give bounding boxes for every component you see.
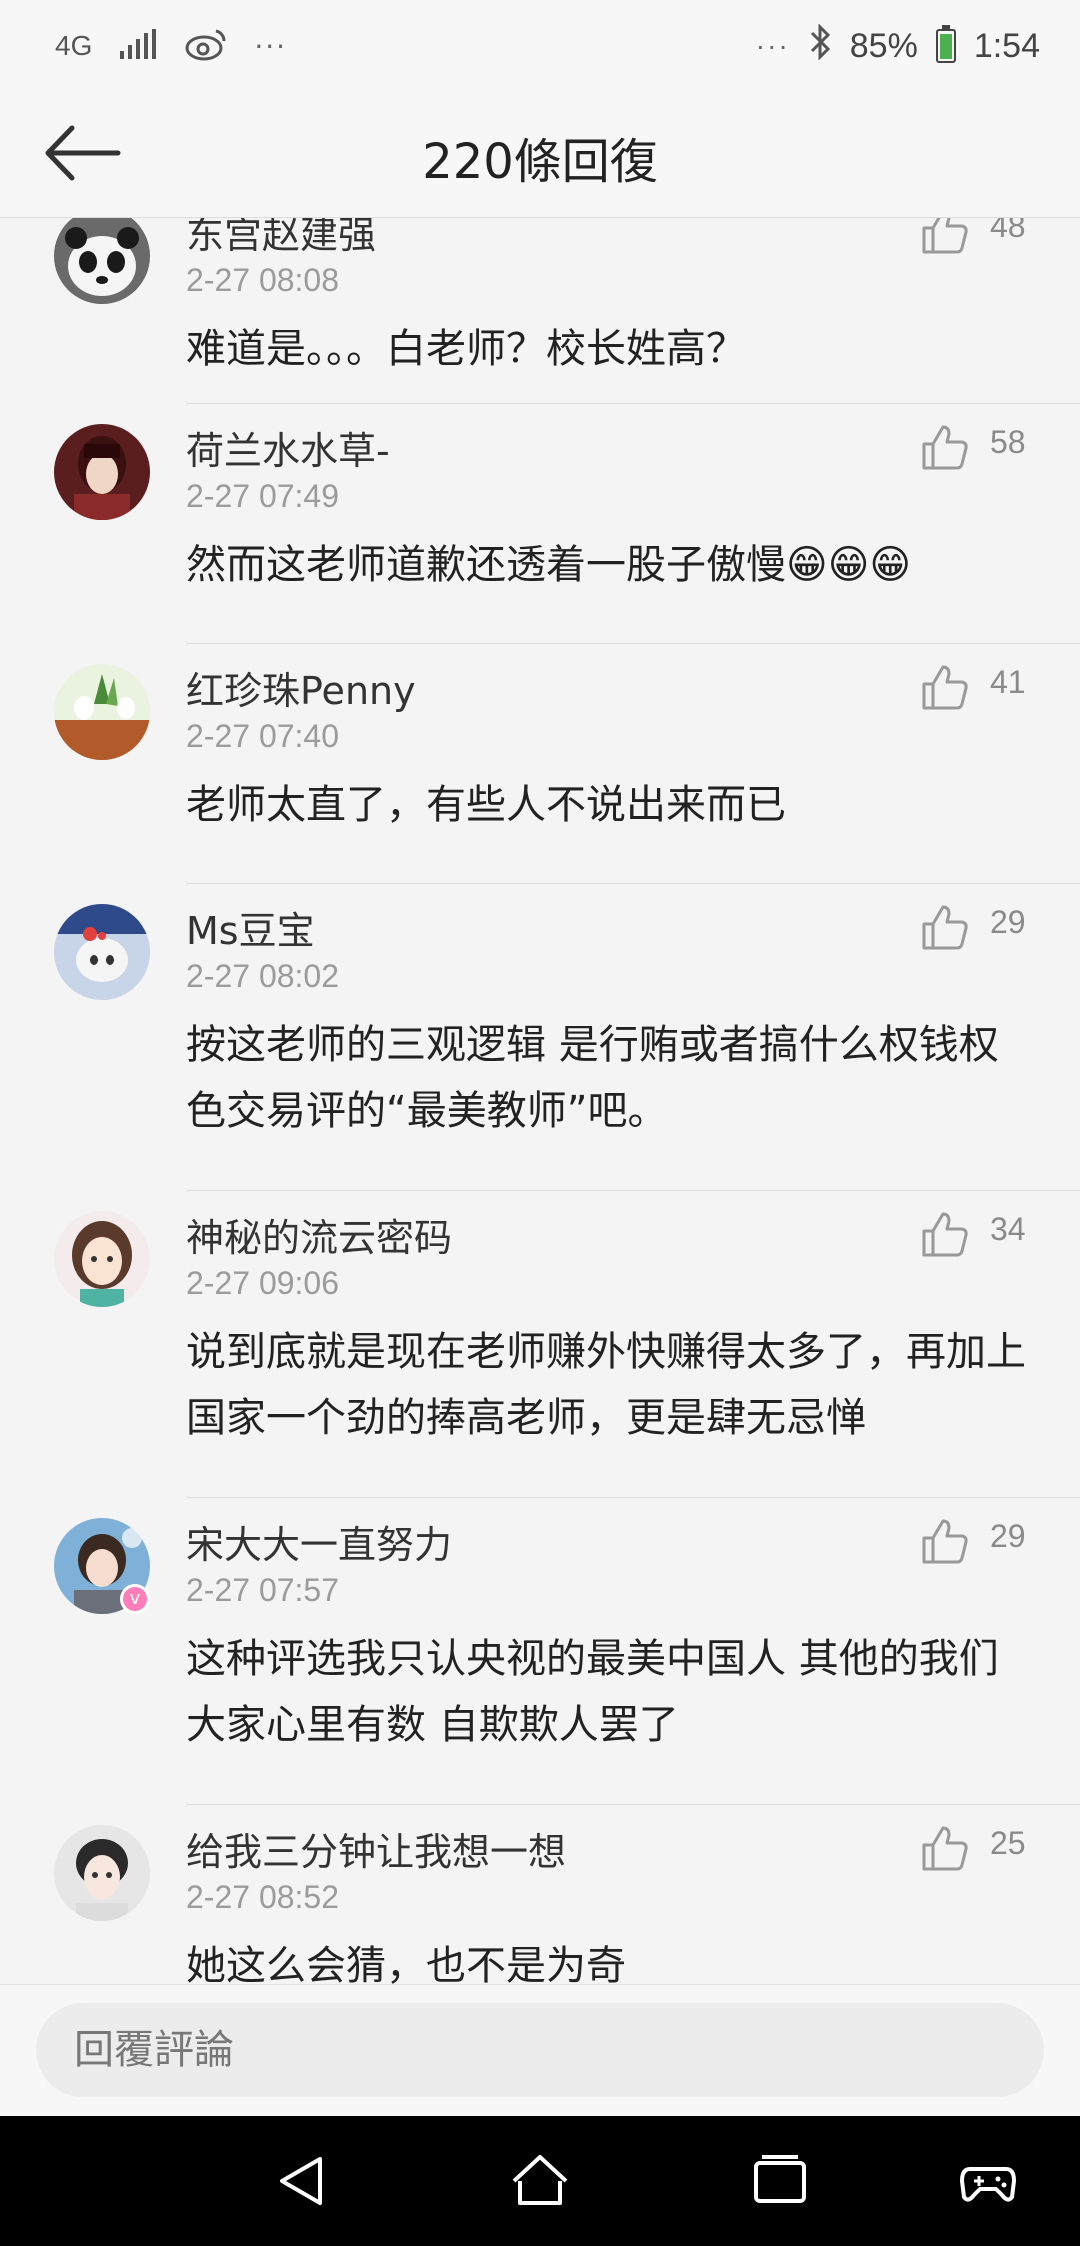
- timestamp: 2-27 08:52: [186, 1879, 340, 1915]
- like-count: 29: [990, 904, 1026, 940]
- comment-text: 这种评选我只认央视的最美中国人 其他的我们大家心里有数 自欺欺人罢了: [186, 1636, 999, 1748]
- system-nav-bar: [0, 2116, 1080, 2246]
- timestamp: 2-27 08:02: [186, 958, 340, 994]
- divider: [186, 1497, 1080, 1498]
- avatar[interactable]: [54, 1211, 150, 1307]
- divider: [186, 883, 1080, 884]
- thumbs-up-icon[interactable]: [920, 422, 970, 472]
- divider: [186, 1804, 1080, 1805]
- battery-percent: 85%: [849, 26, 918, 65]
- thumbs-up-icon[interactable]: [920, 662, 970, 712]
- like-count: 48: [990, 218, 1026, 244]
- comment-text: 然而这老师道歉还透着一股子傲慢😁😁😁: [186, 542, 912, 588]
- avatar[interactable]: [54, 904, 150, 1000]
- divider: [186, 643, 1080, 644]
- divider: [186, 403, 1080, 404]
- signal-icon: [118, 29, 158, 63]
- header: 220條回復: [0, 90, 1080, 218]
- timestamp: 2-27 07:40: [186, 718, 340, 754]
- username[interactable]: 给我三分钟让我想一想: [186, 1821, 566, 1876]
- like-count: 41: [990, 664, 1026, 700]
- status-left: 4G ···: [55, 18, 287, 74]
- more-status: ···: [755, 30, 790, 61]
- verified-badge-icon: v: [120, 1584, 150, 1614]
- like-count: 25: [990, 1825, 1026, 1861]
- gamepad-icon[interactable]: [958, 2151, 1018, 2211]
- network-type: 4G: [55, 30, 93, 61]
- more-notifications: ···: [254, 29, 288, 63]
- comment-text: 她这么会猜，也不是为奇: [186, 1943, 626, 1984]
- avatar[interactable]: [54, 424, 150, 520]
- avatar[interactable]: [54, 218, 150, 304]
- timestamp: 2-27 09:06: [186, 1265, 340, 1301]
- comment-text: 按这老师的三观逻辑 是行贿或者搞什么权钱权色交易评的“最美教师”吧。: [186, 1022, 999, 1134]
- recent-apps-icon[interactable]: [750, 2151, 810, 2211]
- timestamp: 2-27 08:08: [186, 262, 340, 298]
- reply-bar: [0, 1984, 1080, 2116]
- like-count: 34: [990, 1211, 1026, 1247]
- weibo-icon: [184, 27, 228, 65]
- bluetooth-icon: [808, 22, 832, 69]
- status-bar: 4G ··· ··· 85% 1:54: [0, 0, 1080, 90]
- thumbs-up-icon[interactable]: [920, 1209, 970, 1259]
- like-count: 29: [990, 1518, 1026, 1554]
- comment-text: 说到底就是现在老师赚外快赚得太多了，再加上国家一个劲的捧高老师，更是肆无忌惮: [186, 1329, 1026, 1441]
- reply-input[interactable]: [36, 2003, 1044, 2097]
- comment-text: 老师太直了，有些人不说出来而已: [186, 782, 786, 828]
- thumbs-up-icon[interactable]: [920, 902, 970, 952]
- triangle-back-icon[interactable]: [272, 2151, 332, 2211]
- username[interactable]: 荷兰水水草-: [186, 420, 390, 475]
- timestamp: 2-27 07:57: [186, 1572, 340, 1608]
- status-right: ··· 85% 1:54: [756, 18, 1040, 74]
- page-title: 220條回復: [422, 134, 658, 190]
- thumbs-up-icon[interactable]: [920, 218, 970, 256]
- username[interactable]: 神秘的流云密码: [186, 1207, 452, 1262]
- timestamp: 2-27 07:49: [186, 478, 340, 514]
- comment-list[interactable]: 东宫赵建强 2-27 08:08 难道是。。。白老师？校长姓高？ 48 荷兰水水…: [0, 218, 1080, 1984]
- username[interactable]: 红珍珠Penny: [186, 660, 416, 715]
- avatar[interactable]: [54, 1825, 150, 1921]
- like-count: 58: [990, 424, 1026, 460]
- clock: 1:54: [973, 26, 1040, 65]
- thumbs-up-icon[interactable]: [920, 1823, 970, 1873]
- avatar[interactable]: [54, 664, 150, 760]
- home-icon[interactable]: [510, 2151, 570, 2211]
- divider: [186, 1190, 1080, 1191]
- username[interactable]: Ms豆宝: [186, 900, 315, 955]
- username[interactable]: 宋大大一直努力: [186, 1514, 452, 1569]
- thumbs-up-icon[interactable]: [920, 1516, 970, 1566]
- comment-text: 难道是。。。白老师？校长姓高？: [186, 326, 746, 372]
- username[interactable]: 东宫赵建强: [186, 218, 376, 259]
- battery-icon: [935, 25, 956, 63]
